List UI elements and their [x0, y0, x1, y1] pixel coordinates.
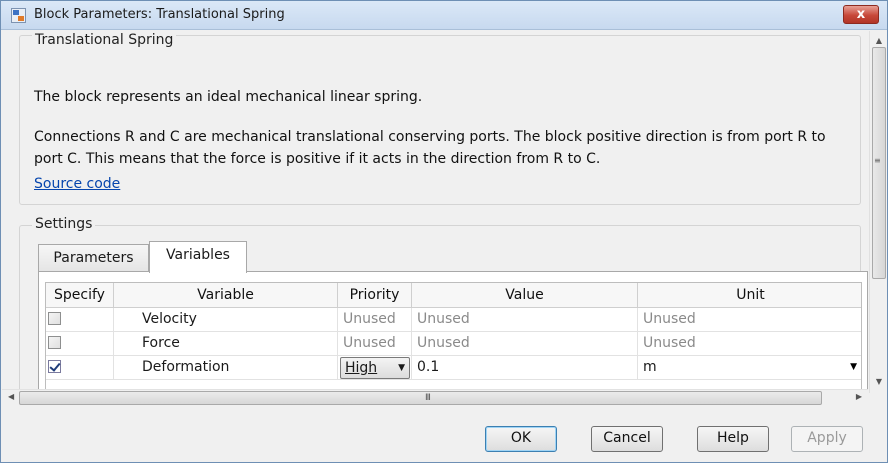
- value-cell: Unused: [412, 308, 638, 332]
- column-header-value[interactable]: Value: [412, 283, 638, 308]
- horizontal-scrollbar[interactable]: ◀ III ▶: [2, 389, 868, 406]
- scroll-grip-icon: ≡: [874, 156, 881, 165]
- description-text-line2: Connections R and C are mechanical trans…: [34, 129, 826, 145]
- unit-cell: Unused: [638, 308, 861, 332]
- variable-name-cell: Deformation: [114, 356, 338, 380]
- scroll-grip-icon: III: [425, 393, 431, 403]
- value-cell: Unused: [412, 332, 638, 356]
- description-group-title: Translational Spring: [32, 32, 177, 48]
- priority-cell: Unused: [338, 308, 412, 332]
- priority-cell: High ▼: [338, 356, 412, 380]
- variable-name-cell: Velocity: [114, 308, 338, 332]
- vertical-scrollbar[interactable]: ▲ ≡ ▼: [869, 31, 887, 393]
- specify-checkbox[interactable]: [48, 336, 61, 349]
- close-button[interactable]: x: [843, 5, 879, 24]
- scroll-up-arrow-icon[interactable]: ▲: [874, 36, 884, 46]
- apply-button[interactable]: Apply: [791, 426, 863, 452]
- dialog-content: Translational Spring The block represent…: [2, 31, 868, 393]
- tab-variables[interactable]: Variables: [149, 241, 247, 273]
- scroll-left-arrow-icon[interactable]: ◀: [8, 392, 14, 401]
- priority-dropdown[interactable]: High ▼: [340, 357, 410, 379]
- table-row: [46, 332, 114, 356]
- source-code-link[interactable]: Source code: [34, 176, 120, 192]
- table-row: [46, 356, 114, 380]
- variable-name-cell: Force: [114, 332, 338, 356]
- scroll-right-arrow-icon[interactable]: ▶: [856, 392, 862, 401]
- column-header-variable[interactable]: Variable: [114, 283, 338, 308]
- chevron-down-icon: ▼: [398, 363, 405, 373]
- scroll-down-arrow-icon[interactable]: ▼: [874, 377, 884, 387]
- simulink-block-icon: [11, 8, 26, 23]
- chevron-down-icon: ▼: [850, 362, 857, 372]
- column-header-unit[interactable]: Unit: [638, 283, 861, 308]
- specify-checkbox[interactable]: [48, 312, 61, 325]
- specify-checkbox-checked[interactable]: [48, 360, 61, 373]
- ok-button[interactable]: OK: [485, 426, 557, 452]
- table-row: [46, 308, 114, 332]
- column-header-specify[interactable]: Specify: [46, 283, 114, 308]
- description-group: [19, 35, 861, 205]
- value-input[interactable]: 0.1: [412, 356, 638, 380]
- column-header-priority[interactable]: Priority: [338, 283, 412, 308]
- description-text-line1: The block represents an ideal mechanical…: [34, 89, 423, 105]
- unit-dropdown[interactable]: m ▼: [638, 356, 861, 380]
- variables-table: Specify Variable Priority Value Unit Vel…: [45, 282, 862, 390]
- help-button[interactable]: Help: [697, 426, 769, 452]
- variables-tab-panel: Specify Variable Priority Value Unit Vel…: [38, 271, 868, 393]
- cancel-button[interactable]: Cancel: [591, 426, 663, 452]
- priority-dropdown-value: High: [345, 360, 378, 376]
- settings-group-title: Settings: [32, 216, 96, 232]
- description-text-line3: port C. This means that the force is pos…: [34, 151, 601, 167]
- horizontal-scroll-thumb[interactable]: III: [19, 391, 822, 405]
- priority-cell: Unused: [338, 332, 412, 356]
- unit-cell: Unused: [638, 332, 861, 356]
- unit-dropdown-value: m: [643, 359, 657, 375]
- window-title: Block Parameters: Translational Spring: [34, 7, 285, 22]
- tab-parameters[interactable]: Parameters: [38, 244, 149, 272]
- title-bar[interactable]: Block Parameters: Translational Spring x: [1, 1, 887, 30]
- dialog-window: Block Parameters: Translational Spring x…: [0, 0, 888, 463]
